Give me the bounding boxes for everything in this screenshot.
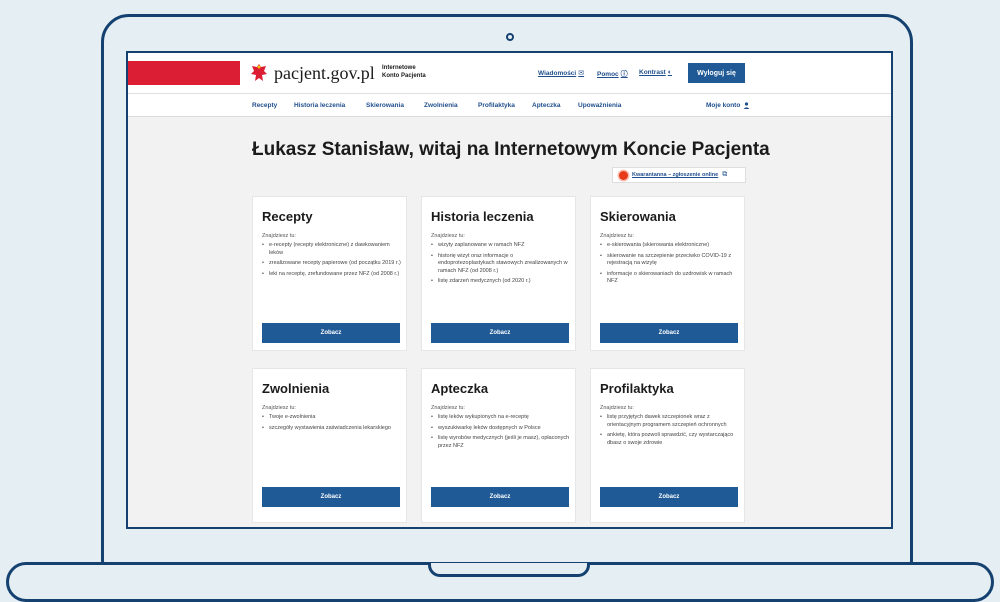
card-title: Apteczka: [431, 381, 489, 396]
help-circle-icon: ⓘ: [620, 71, 628, 78]
virus-icon: [619, 170, 628, 180]
card-profilaktyka: Profilaktyka Znajdziesz tu: listę przyję…: [590, 368, 745, 523]
list-item: listę przyjętych dawek szczepionek wraz …: [600, 414, 740, 429]
list-item: zrealizowane recepty papierowe (od począ…: [262, 260, 402, 268]
list-item: listę leków wykupionych na e-receptę: [431, 414, 571, 422]
site-header: pacjent.gov.pl Internetowe Konto Pacjent…: [128, 53, 891, 93]
list-item: leki na receptę, zrefundowane przez NFZ …: [262, 271, 402, 279]
card-title: Historia leczenia: [431, 209, 534, 224]
nav-item-zwolnienia[interactable]: Zwolnienia: [424, 102, 458, 109]
nav-item-upowaznienia[interactable]: Upoważnienia: [578, 102, 621, 109]
card-recepty: Recepty Znajdziesz tu: e-recepty (recept…: [252, 196, 407, 351]
nav-item-account[interactable]: Moje konto: [706, 102, 750, 109]
messages-link[interactable]: Wiadomości ✉: [538, 69, 585, 78]
help-link[interactable]: Pomoc ⓘ: [597, 69, 628, 79]
list-item: Twoje e-zwolnienia: [262, 414, 402, 422]
card-list: wizyty zaplanowane w ramach NFZ historię…: [431, 242, 571, 289]
list-item: szczegóły wystawienia zaświadczenia leka…: [262, 425, 402, 433]
nav-item-profilaktyka[interactable]: Profilaktyka: [478, 102, 515, 109]
nav-item-apteczka[interactable]: Apteczka: [532, 102, 561, 109]
list-item: ankietę, która pozwoli sprawdzić, czy wy…: [600, 432, 740, 447]
site-name[interactable]: pacjent.gov.pl: [274, 63, 375, 84]
logout-button[interactable]: Wyloguj się: [688, 63, 745, 83]
skierowania-view-button[interactable]: Zobacz: [600, 323, 738, 343]
main-nav: Recepty Historia leczenia Skierowania Zw…: [128, 93, 891, 117]
card-intro: Znajdziesz tu:: [600, 233, 634, 239]
recepty-view-button[interactable]: Zobacz: [262, 323, 400, 343]
messages-label: Wiadomości: [538, 69, 577, 77]
apteczka-view-button[interactable]: Zobacz: [431, 487, 569, 507]
card-apteczka: Apteczka Znajdziesz tu: listę leków wyku…: [421, 368, 576, 523]
account-label: Moje konto: [706, 102, 741, 109]
card-historia-leczenia: Historia leczenia Znajdziesz tu: wizyty …: [421, 196, 576, 351]
card-title: Profilaktyka: [600, 381, 674, 396]
contrast-toggle[interactable]: Kontrast ◐: [639, 69, 672, 76]
card-intro: Znajdziesz tu:: [600, 405, 634, 411]
nav-item-recepty[interactable]: Recepty: [252, 102, 277, 109]
card-list: e-recepty (recepty elektroniczne) z dawk…: [262, 242, 402, 281]
historia-view-button[interactable]: Zobacz: [431, 323, 569, 343]
contrast-label: Kontrast: [639, 69, 666, 76]
camera-icon: [506, 33, 514, 41]
card-intro: Znajdziesz tu:: [262, 405, 296, 411]
card-intro: Znajdziesz tu:: [431, 405, 465, 411]
page-title: Łukasz Stanisław, witaj na Internetowym …: [252, 139, 770, 160]
card-zwolnienia: Zwolnienia Znajdziesz tu: Twoje e-zwolni…: [252, 368, 407, 523]
list-item: listę wyrobów medycznych (jeśli je masz)…: [431, 435, 571, 450]
card-title: Skierowania: [600, 209, 676, 224]
card-list: listę przyjętych dawek szczepionek wraz …: [600, 414, 740, 450]
eagle-emblem-icon: [251, 64, 267, 81]
card-intro: Znajdziesz tu:: [431, 233, 465, 239]
list-item: historię wizyt oraz informacje o endopro…: [431, 253, 571, 276]
screen: pacjent.gov.pl Internetowe Konto Pacjent…: [126, 51, 893, 529]
external-link-icon: ⧉: [722, 171, 728, 178]
site-subtitle: Internetowe Konto Pacjenta: [382, 65, 426, 79]
quarantine-banner[interactable]: Kwarantanna – zgłoszenie online ⧉: [612, 167, 746, 183]
card-title: Recepty: [262, 209, 313, 224]
envelope-icon: ✉: [578, 70, 585, 77]
brand-red-bar: [128, 61, 240, 85]
profilaktyka-view-button[interactable]: Zobacz: [600, 487, 738, 507]
card-skierowania: Skierowania Znajdziesz tu: e-skierowania…: [590, 196, 745, 351]
quarantine-link[interactable]: Kwarantanna – zgłoszenie online: [632, 172, 718, 178]
list-item: wyszukiwarkę leków dostępnych w Polsce: [431, 425, 571, 433]
laptop-notch: [428, 563, 590, 577]
list-item: e-skierowania (skierowania elektroniczne…: [600, 242, 740, 250]
list-item: skierowanie na szczepienie przeciwko COV…: [600, 253, 740, 268]
list-item: e-recepty (recepty elektroniczne) z dawk…: [262, 242, 402, 257]
user-icon: [743, 102, 750, 109]
card-intro: Znajdziesz tu:: [262, 233, 296, 239]
card-title: Zwolnienia: [262, 381, 330, 396]
nav-item-historia[interactable]: Historia leczenia: [294, 102, 345, 109]
zwolnienia-view-button[interactable]: Zobacz: [262, 487, 400, 507]
help-label: Pomoc: [597, 70, 619, 78]
contrast-icon: ◐: [667, 69, 672, 76]
list-item: informacje o skierowaniach do uzdrowisk …: [600, 271, 740, 286]
card-list: Twoje e-zwolnienia szczegóły wystawienia…: [262, 414, 402, 435]
card-list: listę leków wykupionych na e-receptę wys…: [431, 414, 571, 453]
nav-item-skierowania[interactable]: Skierowania: [366, 102, 404, 109]
list-item: wizyty zaplanowane w ramach NFZ: [431, 242, 571, 250]
card-list: e-skierowania (skierowania elektroniczne…: [600, 242, 740, 289]
list-item: listę zdarzeń medycznych (od 2020 r.): [431, 278, 571, 286]
